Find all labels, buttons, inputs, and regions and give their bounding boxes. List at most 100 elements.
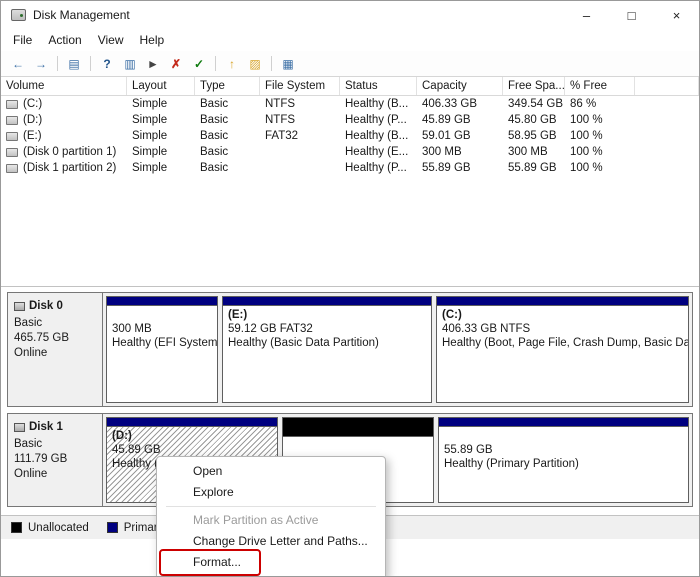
filesystem-cell: NTFS [260,96,340,112]
primary-partition-strip [439,418,688,427]
disk-0-label[interactable]: Disk 0 Basic 465.75 GB Online [8,293,103,406]
column-header-filesystem[interactable]: File System [260,77,340,95]
menu-file[interactable]: File [5,31,40,49]
partition-c[interactable]: (C:) 406.33 GB NTFS Healthy (Boot, Page … [436,296,689,403]
free-space-cell: 45.80 GB [503,112,565,128]
filler-cell [635,128,699,144]
primary-partition-strip [107,418,277,427]
table-row-e[interactable]: (E:) Simple Basic FAT32 Healthy (B... 59… [1,128,699,144]
panel-icon[interactable]: ▥ [121,55,139,73]
layout-cell: Simple [127,128,195,144]
partition-letter: (E:) [228,308,426,322]
capacity-cell: 45.89 GB [417,112,503,128]
partition-size: 59.12 GB FAT32 [228,322,426,336]
filesystem-cell: NTFS [260,112,340,128]
table-row-c[interactable]: (C:) Simple Basic NTFS Healthy (B... 406… [1,96,699,112]
view-grid-icon[interactable]: ▦ [279,55,297,73]
console-tree-icon[interactable]: ▤ [65,55,83,73]
layout-cell: Simple [127,160,195,176]
context-menu-format[interactable]: Format... [157,552,385,573]
menu-view[interactable]: View [90,31,132,49]
minimize-button[interactable]: – [564,1,609,29]
volume-icon [6,164,18,173]
column-header-status[interactable]: Status [340,77,417,95]
menu-action[interactable]: Action [40,31,89,49]
mark-active-icon[interactable]: ✓ [190,55,208,73]
partition-letter: (D:) [112,429,272,443]
column-header-layout[interactable]: Layout [127,77,195,95]
disk-type: Basic [14,437,96,452]
disk-size: 465.75 GB [14,331,96,346]
filesystem-cell [260,160,340,176]
partition-status: Healthy (Boot, Page File, Crash Dump, Ba… [442,336,683,350]
volume-icon [6,132,18,141]
pct-free-cell: 86 % [565,96,635,112]
close-button[interactable]: × [654,1,699,29]
primary-partition-strip [437,297,688,306]
window-title: Disk Management [33,8,130,22]
maximize-button[interactable]: □ [609,1,654,29]
folder-up-icon[interactable]: ↑ [223,55,241,73]
context-menu-change-drive-letter[interactable]: Change Drive Letter and Paths... [157,531,385,552]
column-header-freespace[interactable]: Free Spa... [503,77,565,95]
partition-e[interactable]: (E:) 59.12 GB FAT32 Healthy (Basic Data … [222,296,432,403]
pct-free-cell: 100 % [565,112,635,128]
filler-cell [635,96,699,112]
menu-help[interactable]: Help [132,31,173,49]
filler-cell [635,144,699,160]
unallocated-swatch [11,522,22,533]
status-cell: Healthy (P... [340,160,417,176]
delete-volume-icon[interactable]: ✗ [167,55,185,73]
partition-efi[interactable]: 300 MB Healthy (EFI System [106,296,218,403]
partition-disk1-part2[interactable]: 55.89 GB Healthy (Primary Partition) [438,417,689,503]
disk-management-window: Disk Management – □ × File Action View H… [0,0,700,577]
volume-icon [6,100,18,109]
partition-letter [444,429,683,443]
layout-cell: Simple [127,96,195,112]
filesystem-cell: FAT32 [260,128,340,144]
context-menu-open[interactable]: Open [157,461,385,482]
column-header-volume[interactable]: Volume [1,77,127,95]
disk-1-label[interactable]: Disk 1 Basic 111.79 GB Online [8,414,103,506]
capacity-cell: 300 MB [417,144,503,160]
disk-status: Online [14,346,96,361]
toolbar-separator [271,56,272,71]
menu-separator [166,506,376,507]
type-cell: Basic [195,160,260,176]
back-icon[interactable]: ← [9,55,27,73]
partition-size: 55.89 GB [444,443,683,457]
partition-letter [288,439,428,453]
help-icon[interactable]: ? [98,55,116,73]
context-menu: Open Explore Mark Partition as Active Ch… [156,456,386,577]
column-header-capacity[interactable]: Capacity [417,77,503,95]
partition-status: Healthy (Basic Data Partition) [228,336,426,350]
type-cell: Basic [195,112,260,128]
capacity-cell: 55.89 GB [417,160,503,176]
column-header-type[interactable]: Type [195,77,260,95]
titlebar: Disk Management – □ × [1,1,699,29]
table-row-d[interactable]: (D:) Simple Basic NTFS Healthy (P... 45.… [1,112,699,128]
legend-unallocated: Unallocated [11,522,89,534]
column-header-pctfree[interactable]: % Free [565,77,635,95]
free-space-cell: 55.89 GB [503,160,565,176]
disk-icon [14,302,25,311]
toolbar-separator [90,56,91,71]
context-menu-explore[interactable]: Explore [157,482,385,503]
pct-free-cell: 100 % [565,160,635,176]
partition-size: 406.33 GB NTFS [442,322,683,336]
disk-0-partitions: 300 MB Healthy (EFI System (E:) 59.12 GB… [103,293,692,406]
action-arrow-icon[interactable]: ► [144,55,162,73]
partition-size: 300 MB [112,322,212,336]
partition-letter [112,308,212,322]
filler-cell [635,160,699,176]
forward-icon[interactable]: → [32,55,50,73]
table-row-disk0-part1[interactable]: (Disk 0 partition 1) Simple Basic Health… [1,144,699,160]
folder-icon[interactable]: ▨ [246,55,264,73]
menubar: File Action View Help [1,29,699,51]
toolbar-separator [57,56,58,71]
type-cell: Basic [195,128,260,144]
context-menu-mark-partition-active: Mark Partition as Active [157,510,385,531]
filesystem-cell [260,144,340,160]
capacity-cell: 59.01 GB [417,128,503,144]
table-row-disk1-part2[interactable]: (Disk 1 partition 2) Simple Basic Health… [1,160,699,176]
